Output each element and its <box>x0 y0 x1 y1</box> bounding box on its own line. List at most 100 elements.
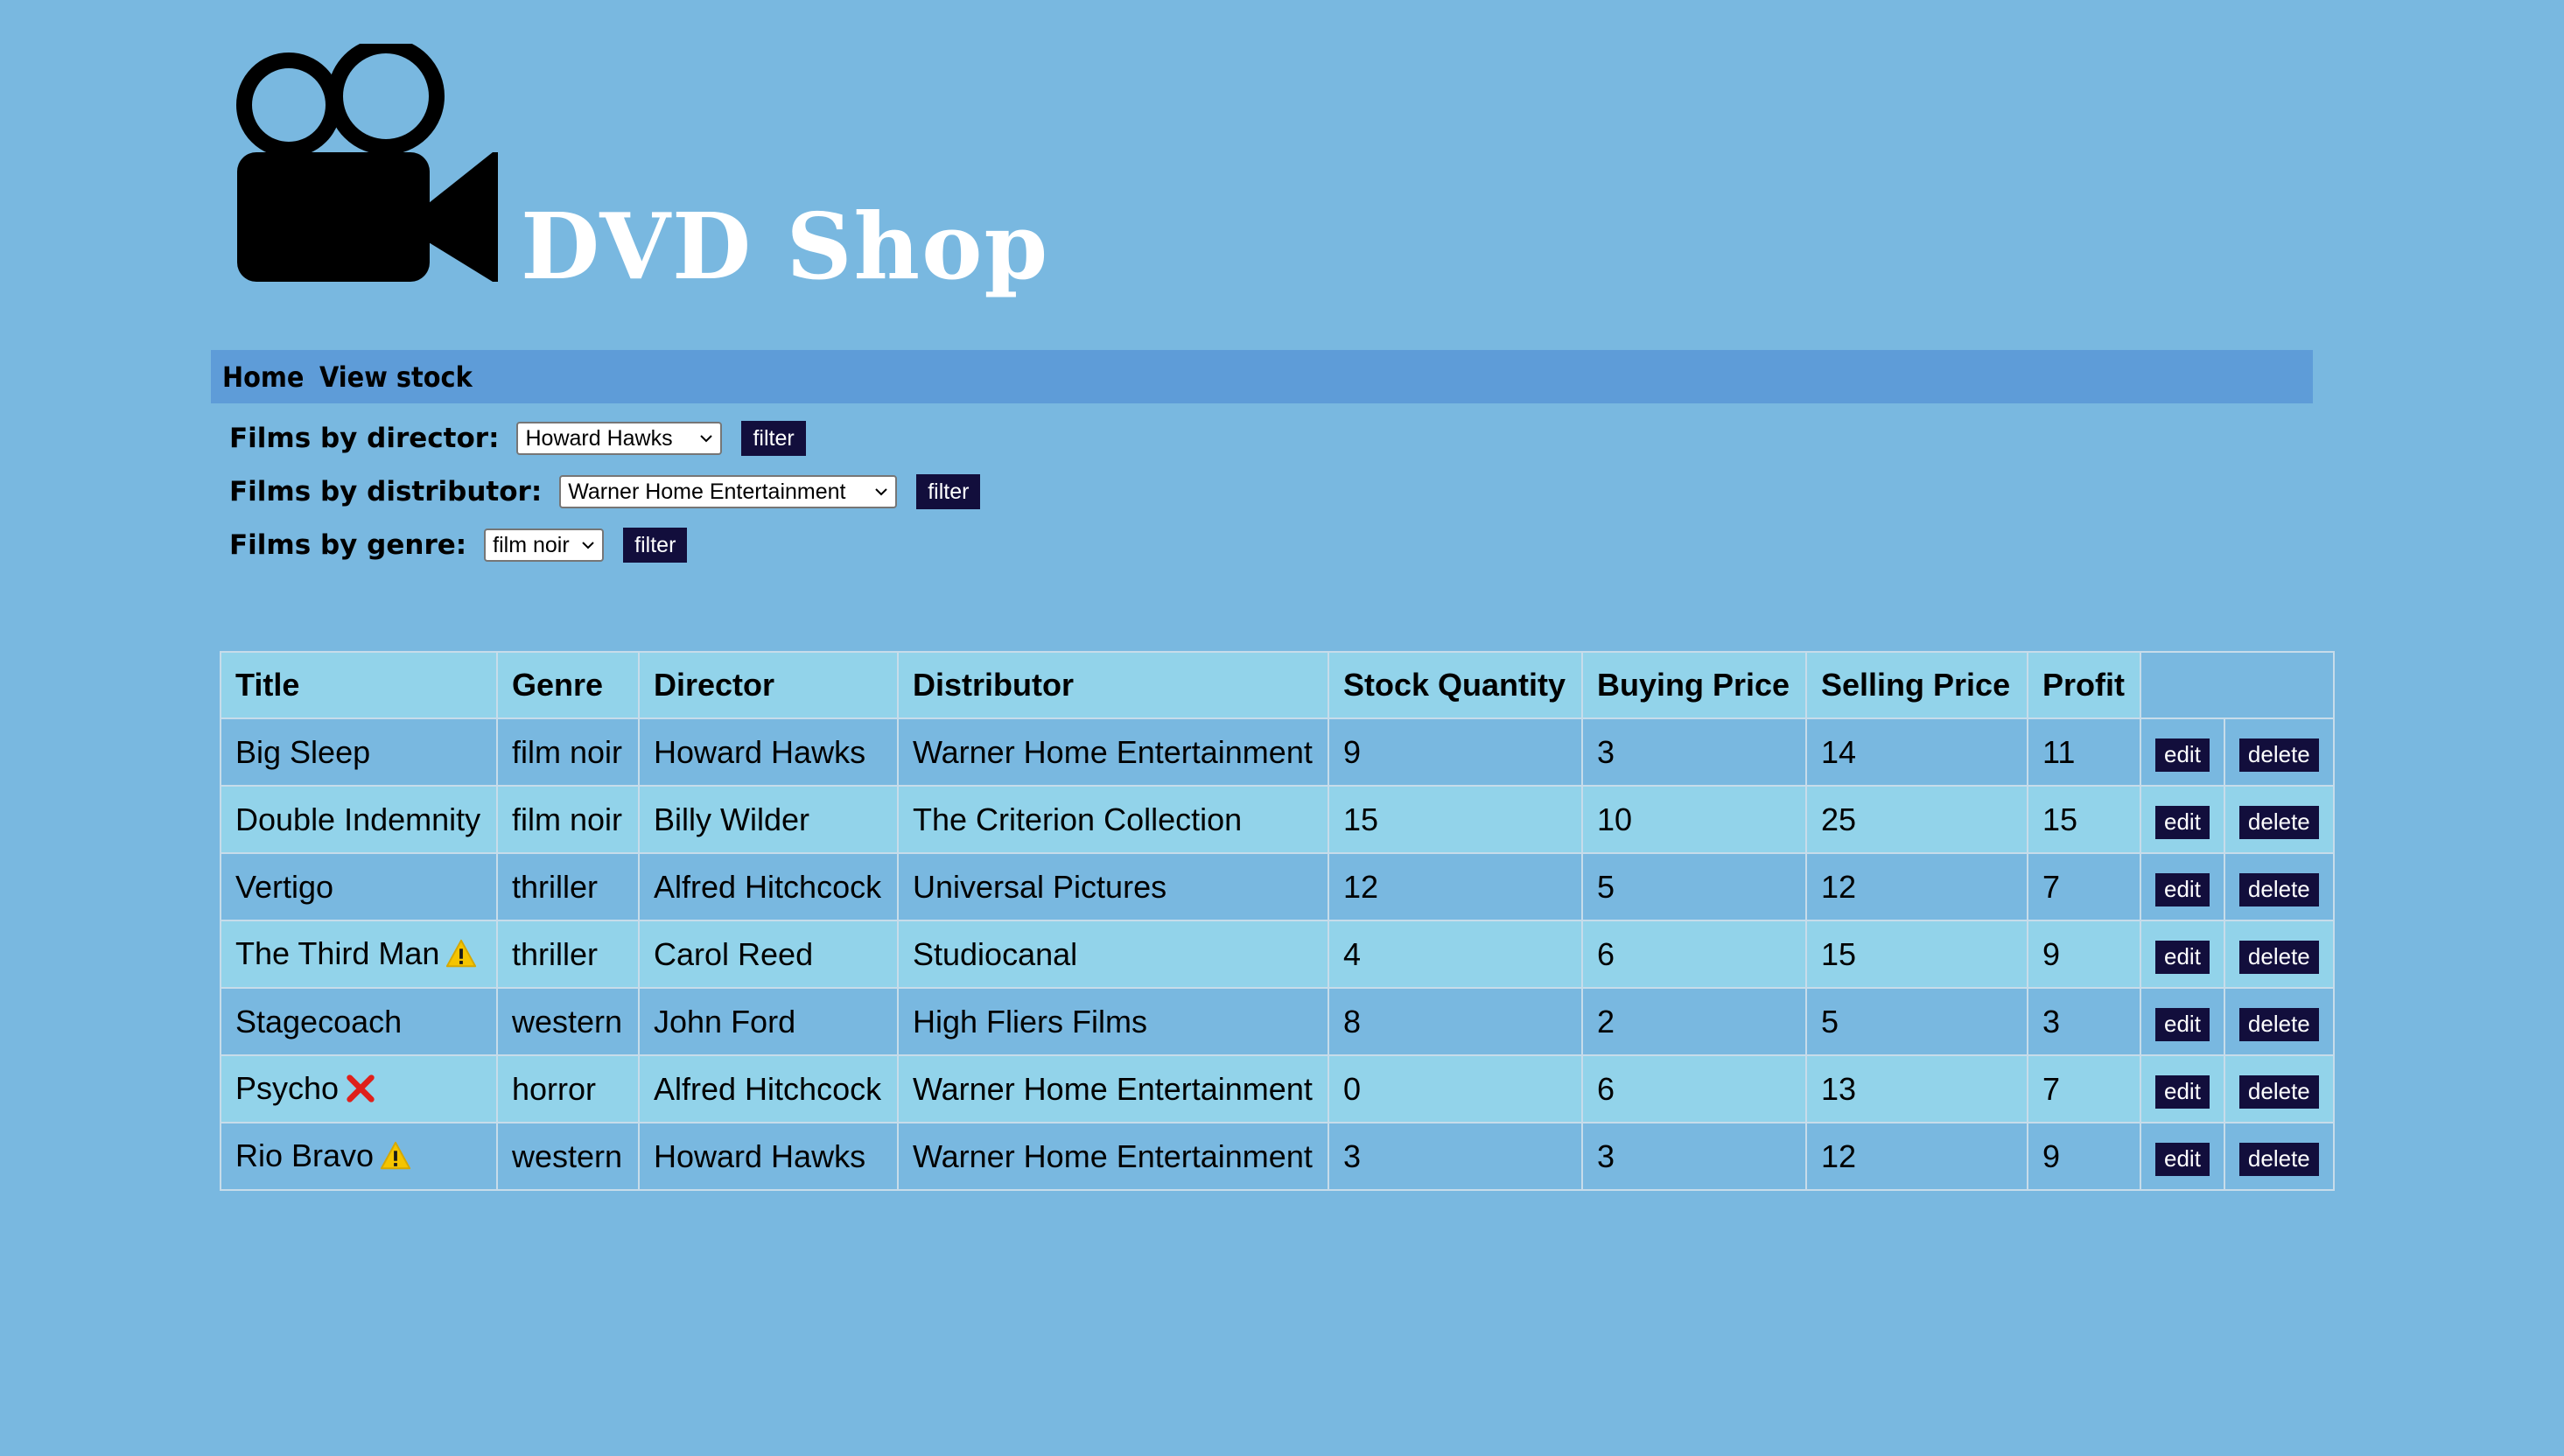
col-header-distributor: Distributor <box>897 651 1329 719</box>
video-camera-icon <box>236 44 498 282</box>
edit-button[interactable]: edit <box>2155 1007 2210 1041</box>
edit-cell: edit <box>2140 920 2225 989</box>
genre-filter-row: Films by genre: film noir filter <box>229 525 980 565</box>
nav-home-link[interactable]: Home <box>222 360 304 394</box>
selling-price-cell: 15 <box>1805 920 2028 989</box>
director-cell: Carol Reed <box>638 920 899 989</box>
delete-button[interactable]: delete <box>2238 738 2319 772</box>
stock-table-container: Title Genre Director Distributor Stock Q… <box>220 651 2335 1191</box>
delete-cell: delete <box>2223 852 2335 921</box>
stock-quantity-cell: 4 <box>1328 920 1583 989</box>
edit-button[interactable]: edit <box>2155 872 2210 906</box>
stock-quantity-cell: 12 <box>1328 852 1583 921</box>
edit-cell: edit <box>2140 987 2225 1056</box>
col-header-title: Title <box>220 651 498 719</box>
delete-button[interactable]: delete <box>2238 872 2319 906</box>
selling-price-cell: 5 <box>1805 987 2028 1056</box>
delete-button[interactable]: delete <box>2238 805 2319 839</box>
distributor-cell: High Fliers Films <box>897 987 1329 1056</box>
distributor-cell: Universal Pictures <box>897 852 1329 921</box>
stock-quantity-cell: 0 <box>1328 1054 1583 1124</box>
edit-button[interactable]: edit <box>2155 1142 2210 1176</box>
film-title: Rio Bravo <box>235 1138 375 1174</box>
selling-price-cell: 12 <box>1805 1122 2028 1191</box>
col-header-profit: Profit <box>2027 651 2141 719</box>
profit-cell: 11 <box>2027 718 2141 787</box>
title-cell: Psycho <box>220 1054 498 1124</box>
edit-cell: edit <box>2140 785 2225 854</box>
director-filter-row: Films by director: Howard Hawks filter <box>229 418 980 458</box>
edit-button[interactable]: edit <box>2155 738 2210 772</box>
distributor-filter-button[interactable]: filter <box>916 474 981 509</box>
director-cell: Alfred Hitchcock <box>638 852 899 921</box>
selling-price-cell: 13 <box>1805 1054 2028 1124</box>
edit-button[interactable]: edit <box>2155 805 2210 839</box>
title-cell: Double Indemnity <box>220 785 498 854</box>
distributor-cell: Warner Home Entertainment <box>897 1054 1329 1124</box>
director-filter-button[interactable]: filter <box>741 421 806 456</box>
buying-price-cell: 3 <box>1581 718 1807 787</box>
profit-cell: 7 <box>2027 1054 2141 1124</box>
nav-view-stock-link[interactable]: View stock <box>319 360 473 394</box>
genre-select-value: film noir <box>493 532 570 557</box>
delete-button[interactable]: delete <box>2238 1142 2319 1176</box>
title-cell: Rio Bravo <box>220 1122 498 1191</box>
selling-price-cell: 14 <box>1805 718 2028 787</box>
table-row: Psycho horror Alfred Hitchcock Warner Home … <box>220 1054 2335 1124</box>
edit-cell: edit <box>2140 1054 2225 1124</box>
profit-cell: 3 <box>2027 987 2141 1056</box>
film-title: Psycho <box>235 1070 340 1107</box>
profit-cell: 15 <box>2027 785 2141 854</box>
filters-panel: Films by director: Howard Hawks filter F… <box>229 418 981 578</box>
selling-price-cell: 25 <box>1805 785 2028 854</box>
site-title: DVD Shop <box>521 192 1050 300</box>
distributor-cell: The Criterion Collection <box>897 785 1329 854</box>
table-row: Double Indemnity film noir Billy Wilder The… <box>220 785 2335 854</box>
distributor-select[interactable]: Warner Home Entertainment <box>559 475 898 508</box>
profit-cell: 9 <box>2027 1122 2141 1191</box>
edit-cell: edit <box>2140 718 2225 787</box>
delete-cell: delete <box>2223 1054 2335 1124</box>
selling-price-cell: 12 <box>1805 852 2028 921</box>
director-cell: Alfred Hitchcock <box>638 1054 899 1124</box>
genre-cell: thriller <box>496 852 640 921</box>
chevron-down-icon <box>582 542 594 550</box>
genre-cell: film noir <box>496 785 640 854</box>
buying-price-cell: 6 <box>1581 1054 1807 1124</box>
title-cell: Vertigo <box>220 852 498 921</box>
delete-cell: delete <box>2223 785 2335 854</box>
film-title: Double Indemnity <box>235 801 481 837</box>
table-row: Big Sleep film noir Howard Hawks Warner Hom… <box>220 718 2335 787</box>
chevron-down-icon <box>875 488 887 496</box>
delete-button[interactable]: delete <box>2238 940 2319 974</box>
director-select[interactable]: Howard Hawks <box>516 422 723 455</box>
edit-button[interactable]: edit <box>2155 1074 2210 1109</box>
delete-cell: delete <box>2223 987 2335 1056</box>
genre-cell: horror <box>496 1054 640 1124</box>
title-cell: The Third Man <box>220 920 498 989</box>
table-row: Vertigo thriller Alfred Hitchcock Universal… <box>220 852 2335 921</box>
cross-icon <box>344 1072 377 1105</box>
genre-select[interactable]: film noir <box>484 528 605 562</box>
distributor-cell: Warner Home Entertainment <box>897 1122 1329 1191</box>
distributor-select-value: Warner Home Entertainment <box>568 479 846 504</box>
delete-button[interactable]: delete <box>2238 1074 2319 1109</box>
col-header-buying-price: Buying Price <box>1581 651 1807 719</box>
distributor-cell: Warner Home Entertainment <box>897 718 1329 787</box>
title-cell: Stagecoach <box>220 987 498 1056</box>
col-header-stock-quantity: Stock Quantity <box>1328 651 1583 719</box>
edit-button[interactable]: edit <box>2155 940 2210 974</box>
genre-cell: thriller <box>496 920 640 989</box>
warning-icon <box>379 1139 412 1172</box>
buying-price-cell: 3 <box>1581 1122 1807 1191</box>
genre-filter-button[interactable]: filter <box>623 528 688 563</box>
buying-price-cell: 2 <box>1581 987 1807 1056</box>
delete-button[interactable]: delete <box>2238 1007 2319 1041</box>
delete-cell: delete <box>2223 920 2335 989</box>
buying-price-cell: 5 <box>1581 852 1807 921</box>
stock-table-body: Big Sleep film noir Howard Hawks Warner Hom… <box>220 718 2335 1191</box>
genre-filter-label: Films by genre: <box>229 529 467 561</box>
warning-icon <box>445 937 478 970</box>
genre-cell: western <box>496 987 640 1056</box>
col-header-director: Director <box>638 651 899 719</box>
